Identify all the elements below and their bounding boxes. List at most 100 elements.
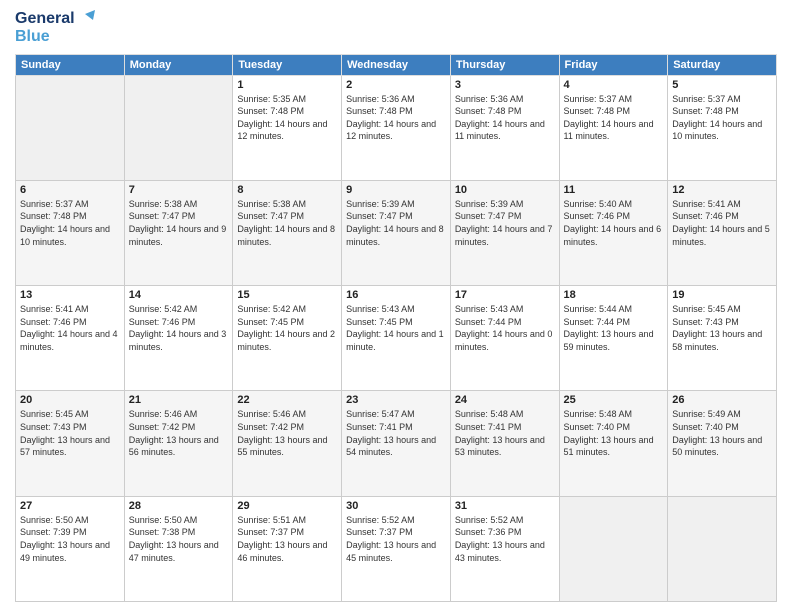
calendar-cell: 25 Sunrise: 5:48 AMSunset: 7:40 PMDayligh… [559, 391, 668, 496]
day-number: 20 [20, 394, 120, 406]
day-number: 21 [129, 394, 229, 406]
day-number: 26 [672, 394, 772, 406]
calendar-cell: 27 Sunrise: 5:50 AMSunset: 7:39 PMDayligh… [16, 496, 125, 601]
day-number: 9 [346, 184, 446, 196]
calendar-cell: 2Sunrise: 5:36 AMSunset: 7:48 PMDaylight… [342, 75, 451, 180]
day-info: Sunrise: 5:46 AMSunset: 7:42 PMDaylight:… [129, 408, 229, 458]
calendar-cell: 17 Sunrise: 5:43 AMSunset: 7:44 PMDayligh… [450, 286, 559, 391]
day-info: Sunrise: 5:52 AMSunset: 7:36 PMDaylight:… [455, 514, 555, 564]
day-info: Sunrise: 5:42 AMSunset: 7:46 PMDaylight:… [129, 303, 229, 353]
calendar-day-header: Sunday [16, 54, 125, 75]
day-info: Sunrise: 5:36 AMSunset: 7:48 PMDaylight:… [346, 93, 446, 143]
day-number: 24 [455, 394, 555, 406]
day-number: 11 [564, 184, 664, 196]
day-info: Sunrise: 5:42 AMSunset: 7:45 PMDaylight:… [237, 303, 337, 353]
calendar-cell: 12 Sunrise: 5:41 AMSunset: 7:46 PMDayligh… [668, 180, 777, 285]
calendar-cell: 4 Sunrise: 5:37 AMSunset: 7:48 PMDaylight… [559, 75, 668, 180]
calendar-cell: 7 Sunrise: 5:38 AMSunset: 7:47 PMDaylight… [124, 180, 233, 285]
day-info: Sunrise: 5:38 AMSunset: 7:47 PMDaylight:… [129, 198, 229, 248]
day-info: Sunrise: 5:46 AMSunset: 7:42 PMDaylight:… [237, 408, 337, 458]
calendar-cell [124, 75, 233, 180]
calendar-cell [668, 496, 777, 601]
day-info: Sunrise: 5:41 AMSunset: 7:46 PMDaylight:… [672, 198, 772, 248]
day-number: 4 [564, 79, 664, 91]
calendar-week-row: 13 Sunrise: 5:41 AMSunset: 7:46 PMDayligh… [16, 286, 777, 391]
day-info: Sunrise: 5:45 AMSunset: 7:43 PMDaylight:… [20, 408, 120, 458]
day-number: 12 [672, 184, 772, 196]
day-info: Sunrise: 5:40 AMSunset: 7:46 PMDaylight:… [564, 198, 664, 248]
calendar-day-header: Thursday [450, 54, 559, 75]
calendar-cell: 15 Sunrise: 5:42 AMSunset: 7:45 PMDayligh… [233, 286, 342, 391]
day-info: Sunrise: 5:37 AMSunset: 7:48 PMDaylight:… [20, 198, 120, 248]
day-info: Sunrise: 5:39 AMSunset: 7:47 PMDaylight:… [346, 198, 446, 248]
day-info: Sunrise: 5:39 AMSunset: 7:47 PMDaylight:… [455, 198, 555, 248]
day-info: Sunrise: 5:41 AMSunset: 7:46 PMDaylight:… [20, 303, 120, 353]
calendar-cell: 10 Sunrise: 5:39 AMSunset: 7:47 PMDayligh… [450, 180, 559, 285]
day-number: 6 [20, 184, 120, 196]
day-info: Sunrise: 5:37 AMSunset: 7:48 PMDaylight:… [564, 93, 664, 143]
day-number: 14 [129, 289, 229, 301]
day-number: 17 [455, 289, 555, 301]
calendar-cell: 13 Sunrise: 5:41 AMSunset: 7:46 PMDayligh… [16, 286, 125, 391]
day-info: Sunrise: 5:50 AMSunset: 7:39 PMDaylight:… [20, 514, 120, 564]
calendar-day-header: Tuesday [233, 54, 342, 75]
page-header: General Blue [15, 10, 777, 46]
day-info: Sunrise: 5:43 AMSunset: 7:45 PMDaylight:… [346, 303, 446, 353]
calendar-table: SundayMondayTuesdayWednesdayThursdayFrid… [15, 54, 777, 602]
day-number: 30 [346, 500, 446, 512]
day-info: Sunrise: 5:35 AMSunset: 7:48 PMDaylight:… [237, 93, 337, 143]
calendar-cell: 18 Sunrise: 5:44 AMSunset: 7:44 PMDayligh… [559, 286, 668, 391]
day-info: Sunrise: 5:48 AMSunset: 7:41 PMDaylight:… [455, 408, 555, 458]
calendar-cell: 6 Sunrise: 5:37 AMSunset: 7:48 PMDaylight… [16, 180, 125, 285]
day-info: Sunrise: 5:48 AMSunset: 7:40 PMDaylight:… [564, 408, 664, 458]
logo-text: General Blue [15, 10, 95, 46]
calendar-cell: 19Sunrise: 5:45 AMSunset: 7:43 PMDayligh… [668, 286, 777, 391]
calendar-day-header: Wednesday [342, 54, 451, 75]
day-number: 25 [564, 394, 664, 406]
day-info: Sunrise: 5:52 AMSunset: 7:37 PMDaylight:… [346, 514, 446, 564]
calendar-cell: 14 Sunrise: 5:42 AMSunset: 7:46 PMDayligh… [124, 286, 233, 391]
calendar-cell: 29Sunrise: 5:51 AMSunset: 7:37 PMDayligh… [233, 496, 342, 601]
day-info: Sunrise: 5:37 AMSunset: 7:48 PMDaylight:… [672, 93, 772, 143]
calendar-cell: 5 Sunrise: 5:37 AMSunset: 7:48 PMDaylight… [668, 75, 777, 180]
day-info: Sunrise: 5:38 AMSunset: 7:47 PMDaylight:… [237, 198, 337, 248]
calendar-cell: 26 Sunrise: 5:49 AMSunset: 7:40 PMDayligh… [668, 391, 777, 496]
day-number: 28 [129, 500, 229, 512]
calendar-week-row: 6 Sunrise: 5:37 AMSunset: 7:48 PMDaylight… [16, 180, 777, 285]
day-info: Sunrise: 5:36 AMSunset: 7:48 PMDaylight:… [455, 93, 555, 143]
calendar-cell: 20 Sunrise: 5:45 AMSunset: 7:43 PMDayligh… [16, 391, 125, 496]
calendar-cell: 11 Sunrise: 5:40 AMSunset: 7:46 PMDayligh… [559, 180, 668, 285]
day-number: 15 [237, 289, 337, 301]
calendar-cell: 22Sunrise: 5:46 AMSunset: 7:42 PMDayligh… [233, 391, 342, 496]
calendar-cell: 1 Sunrise: 5:35 AMSunset: 7:48 PMDaylight… [233, 75, 342, 180]
day-info: Sunrise: 5:49 AMSunset: 7:40 PMDaylight:… [672, 408, 772, 458]
day-number: 8 [237, 184, 337, 196]
calendar-cell: 8 Sunrise: 5:38 AMSunset: 7:47 PMDaylight… [233, 180, 342, 285]
day-number: 1 [237, 79, 337, 91]
day-number: 18 [564, 289, 664, 301]
day-info: Sunrise: 5:43 AMSunset: 7:44 PMDaylight:… [455, 303, 555, 353]
day-info: Sunrise: 5:47 AMSunset: 7:41 PMDaylight:… [346, 408, 446, 458]
calendar-week-row: 20 Sunrise: 5:45 AMSunset: 7:43 PMDayligh… [16, 391, 777, 496]
day-number: 19 [672, 289, 772, 301]
calendar-day-header: Monday [124, 54, 233, 75]
calendar-cell: 16 Sunrise: 5:43 AMSunset: 7:45 PMDayligh… [342, 286, 451, 391]
calendar-week-row: 27 Sunrise: 5:50 AMSunset: 7:39 PMDayligh… [16, 496, 777, 601]
calendar-header-row: SundayMondayTuesdayWednesdayThursdayFrid… [16, 54, 777, 75]
day-number: 10 [455, 184, 555, 196]
day-info: Sunrise: 5:44 AMSunset: 7:44 PMDaylight:… [564, 303, 664, 353]
day-number: 5 [672, 79, 772, 91]
calendar-day-header: Saturday [668, 54, 777, 75]
logo-bird-icon [77, 10, 95, 28]
day-number: 7 [129, 184, 229, 196]
day-number: 31 [455, 500, 555, 512]
calendar-cell: 23Sunrise: 5:47 AMSunset: 7:41 PMDayligh… [342, 391, 451, 496]
day-number: 16 [346, 289, 446, 301]
day-info: Sunrise: 5:51 AMSunset: 7:37 PMDaylight:… [237, 514, 337, 564]
day-number: 27 [20, 500, 120, 512]
calendar-cell: 3 Sunrise: 5:36 AMSunset: 7:48 PMDaylight… [450, 75, 559, 180]
calendar-cell: 21 Sunrise: 5:46 AMSunset: 7:42 PMDayligh… [124, 391, 233, 496]
day-number: 3 [455, 79, 555, 91]
day-number: 13 [20, 289, 120, 301]
logo: General Blue [15, 10, 95, 46]
